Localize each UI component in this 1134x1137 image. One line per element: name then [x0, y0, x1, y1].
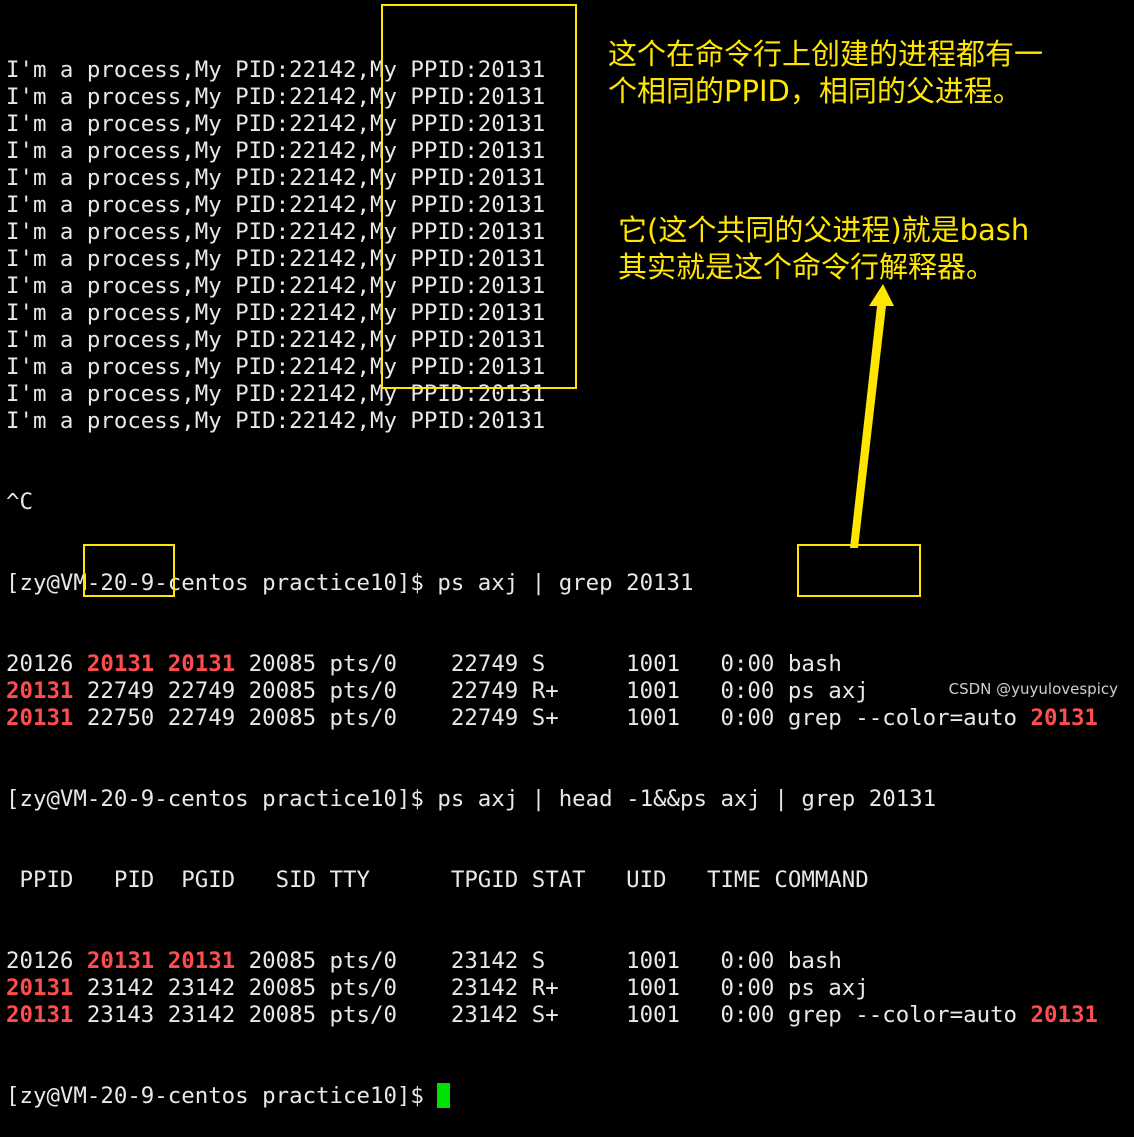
grep-match-highlight: 20131 — [6, 975, 74, 1001]
ps-result-row: 20131 23142 23142 20085 pts/0 23142 R+ 1… — [6, 975, 1098, 1002]
watermark: CSDN @yuyulovespicy — [948, 680, 1118, 698]
ps-row-text: 20085 pts/0 23142 S 1001 0:00 bash — [235, 948, 842, 974]
ps-result-row: 20131 23143 23142 20085 pts/0 23142 S+ 1… — [6, 1002, 1098, 1029]
ps-result-row: 20126 20131 20131 20085 pts/0 23142 S 10… — [6, 948, 1098, 975]
ps-row-text: 22750 22749 20085 pts/0 22749 S+ 1001 0:… — [73, 705, 1031, 731]
ps-row-text: 23143 23142 20085 pts/0 23142 S+ 1001 0:… — [73, 1002, 1031, 1028]
terminal-cursor — [437, 1083, 451, 1108]
grep-match-highlight: 20131 — [1030, 1002, 1098, 1028]
grep-match-highlight: 20131 — [167, 948, 236, 974]
ps-row-text: 20126 — [6, 948, 87, 974]
annotation-arrow — [850, 284, 894, 548]
ps-row-text: 23142 23142 20085 pts/0 23142 R+ 1001 0:… — [73, 975, 869, 1001]
grep-match-highlight: 20131 — [1030, 705, 1098, 731]
grep-match-highlight: 20131 — [86, 948, 155, 974]
grep-match-highlight: 20131 — [6, 705, 74, 731]
grep-match-highlight: 20131 — [6, 1002, 74, 1028]
arrow-icon — [850, 284, 894, 548]
ps-row-text — [154, 948, 167, 974]
final-prompt-line[interactable]: [zy@VM-20-9-centos practice10]$ — [6, 1083, 1098, 1110]
ps-header-row: PPID PID PGID SID TTY TPGID STAT UID TIM… — [6, 867, 869, 893]
ps-result-row: 20131 22750 22749 20085 pts/0 22749 S+ 1… — [6, 705, 1098, 732]
shell-prompt: [zy@VM-20-9-centos practice10]$ — [6, 1083, 438, 1109]
grep-result-2: 20126 20131 20131 20085 pts/0 23142 S 10… — [6, 948, 1098, 1029]
command-line-2: [zy@VM-20-9-centos practice10]$ ps axj |… — [6, 786, 937, 812]
